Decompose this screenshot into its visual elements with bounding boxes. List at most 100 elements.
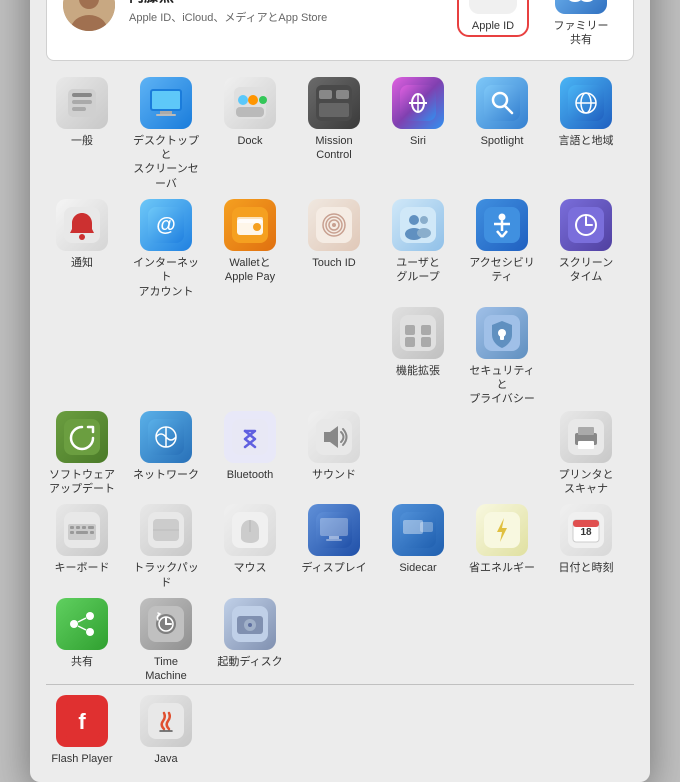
pref-printer[interactable]: プリンタとスキャナ <box>550 411 622 497</box>
pref-sidecar[interactable]: Sidecar <box>382 504 454 590</box>
pref-spotlight[interactable]: Spotlight <box>466 77 538 191</box>
bluetooth-label: Bluetooth <box>227 468 273 482</box>
wallet-label: WalletとApple Pay <box>225 256 275 285</box>
pref-apple-id[interactable]:  Apple ID <box>457 0 529 37</box>
pref-keyboard[interactable]: キーボード <box>46 504 118 590</box>
svg-text:@: @ <box>156 214 176 236</box>
datetime-label: 日付と時刻 <box>559 561 614 575</box>
sound-label: サウンド <box>312 468 356 482</box>
internet-label: インターネットアカウント <box>130 256 202 299</box>
pref-grid-row1: 一般 デスクトップとスクリーンセーバ Dock Mi <box>46 77 634 191</box>
pref-bottom-section: f Flash Player Java <box>46 684 634 766</box>
startup-label: 起動ディスク <box>217 655 282 669</box>
pref-timemachine[interactable]: TimeMachine <box>130 598 202 684</box>
pref-internet[interactable]: @ インターネットアカウント <box>130 199 202 299</box>
family-icon <box>555 0 607 14</box>
energy-icon <box>476 504 528 556</box>
security-icon <box>476 307 528 359</box>
profile-subtitle: Apple ID、iCloud、メディアとApp Store <box>129 9 327 25</box>
pref-dock[interactable]: Dock <box>214 77 286 191</box>
internet-icon: @ <box>140 199 192 251</box>
pref-mouse[interactable]: マウス <box>214 504 286 590</box>
pref-wallet[interactable]: WalletとApple Pay <box>214 199 286 299</box>
pref-grid-row3: 機能拡張 セキュリティとプライバシー ソフトウェアアップデート <box>46 307 634 496</box>
pref-siri[interactable]: Siri <box>382 77 454 191</box>
bluetooth-icon <box>224 411 276 463</box>
profile-name: 内藤勲 <box>129 0 327 6</box>
pref-language[interactable]: 言語と地域 <box>550 77 622 191</box>
security-label: セキュリティとプライバシー <box>466 364 538 407</box>
system-preferences-window: ‹ › システム環境設定 ⌕ <box>30 0 650 782</box>
pref-grid-row5: 共有 TimeMachine 起動ディスク <box>46 598 634 684</box>
svg-text:18: 18 <box>580 527 592 538</box>
users-icon <box>392 199 444 251</box>
profile-info: 内藤勲 Apple ID、iCloud、メディアとApp Store <box>129 0 327 25</box>
pref-extensions[interactable]: 機能拡張 <box>382 307 454 407</box>
trackpad-icon <box>140 504 192 556</box>
energy-label: 省エネルギー <box>469 561 535 575</box>
apple-id-icon:  <box>469 0 517 14</box>
language-icon <box>560 77 612 129</box>
family-label: ファミリー共有 <box>554 19 609 48</box>
pref-screentime[interactable]: スクリーンタイム <box>550 199 622 299</box>
pref-bluetooth[interactable]: Bluetooth <box>214 411 286 497</box>
datetime-icon: 18 <box>560 504 612 556</box>
desktop-label: デスクトップとスクリーンセーバ <box>130 134 202 191</box>
flash-icon: f <box>56 695 108 747</box>
pref-java[interactable]: Java <box>130 695 202 766</box>
timemachine-label: TimeMachine <box>145 655 187 684</box>
pref-sound[interactable]: サウンド <box>298 411 370 497</box>
pref-general[interactable]: 一般 <box>46 77 118 191</box>
printer-label: プリンタとスキャナ <box>559 468 614 497</box>
sharing-label: 共有 <box>71 655 93 669</box>
pref-datetime[interactable]: 18 日付と時刻 <box>550 504 622 590</box>
siri-label: Siri <box>410 134 426 148</box>
pref-users[interactable]: ユーザとグループ <box>382 199 454 299</box>
touchid-icon <box>308 199 360 251</box>
mission-icon <box>308 77 360 129</box>
network-label: ネットワーク <box>133 468 199 482</box>
desktop-icon <box>140 77 192 129</box>
pref-trackpad[interactable]: トラックパッド <box>130 504 202 590</box>
apple-id-label: Apple ID <box>472 19 514 33</box>
software-icon <box>56 411 108 463</box>
pref-touchid[interactable]: Touch ID <box>298 199 370 299</box>
flash-label: Flash Player <box>51 752 112 766</box>
pref-grid-row2: 通知 @ インターネットアカウント WalletとApple Pay <box>46 199 634 299</box>
general-label: 一般 <box>71 134 93 148</box>
display-label: ディスプレイ <box>301 561 366 575</box>
spotlight-icon <box>476 77 528 129</box>
software-label: ソフトウェアアップデート <box>49 468 115 497</box>
pref-family[interactable]: ファミリー共有 <box>545 0 617 48</box>
printer-icon <box>560 411 612 463</box>
network-icon <box>140 411 192 463</box>
pref-accessibility[interactable]: アクセシビリティ <box>466 199 538 299</box>
pref-startup[interactable]: 起動ディスク <box>214 598 286 684</box>
users-label: ユーザとグループ <box>396 256 440 285</box>
general-icon <box>56 77 108 129</box>
accessibility-label: アクセシビリティ <box>466 256 538 285</box>
pref-flash[interactable]: f Flash Player <box>46 695 118 766</box>
mouse-icon <box>224 504 276 556</box>
keyboard-icon <box>56 504 108 556</box>
dock-label: Dock <box>237 134 262 148</box>
pref-desktop[interactable]: デスクトップとスクリーンセーバ <box>130 77 202 191</box>
pref-notification[interactable]: 通知 <box>46 199 118 299</box>
profile-section: 内藤勲 Apple ID、iCloud、メディアとApp Store  App… <box>46 0 634 61</box>
pref-mission[interactable]: MissionControl <box>298 77 370 191</box>
sharing-icon <box>56 598 108 650</box>
mouse-label: マウス <box>234 561 267 575</box>
pref-sharing[interactable]: 共有 <box>46 598 118 684</box>
sidecar-icon <box>392 504 444 556</box>
language-label: 言語と地域 <box>559 134 614 148</box>
accessibility-icon <box>476 199 528 251</box>
display-icon <box>308 504 360 556</box>
pref-network[interactable]: ネットワーク <box>130 411 202 497</box>
java-icon <box>140 695 192 747</box>
pref-security[interactable]: セキュリティとプライバシー <box>466 307 538 407</box>
touchid-label: Touch ID <box>312 256 355 270</box>
pref-display[interactable]: ディスプレイ <box>298 504 370 590</box>
keyboard-label: キーボード <box>55 561 110 575</box>
pref-energy[interactable]: 省エネルギー <box>466 504 538 590</box>
pref-software[interactable]: ソフトウェアアップデート <box>46 411 118 497</box>
